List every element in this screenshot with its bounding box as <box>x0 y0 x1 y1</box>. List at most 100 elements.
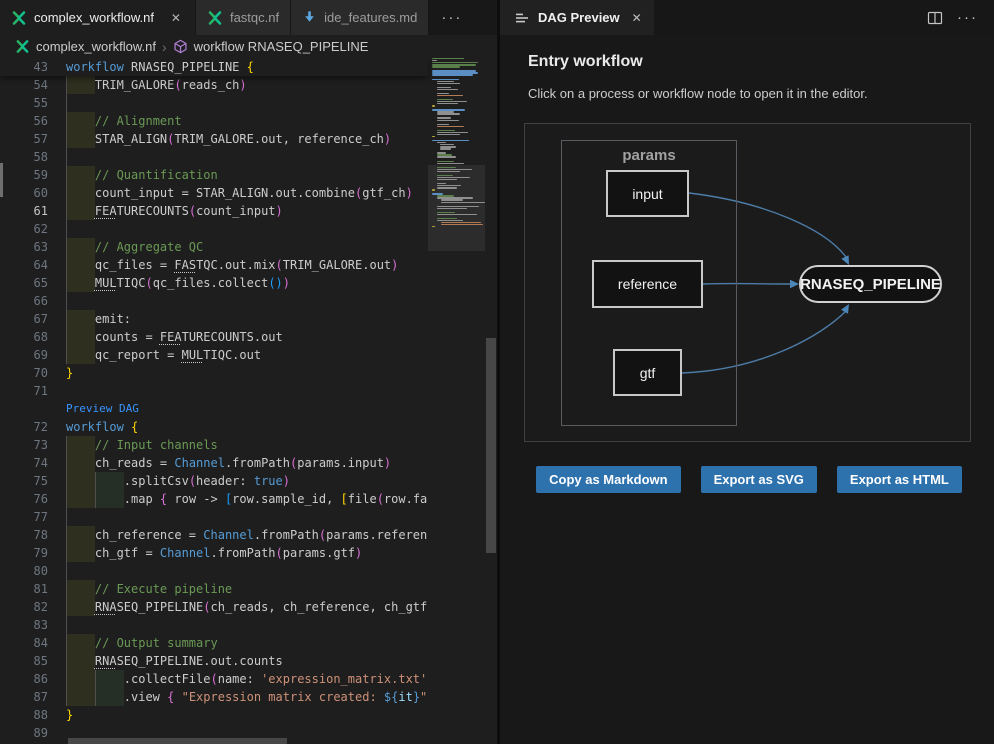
node-gtf[interactable]: gtf <box>613 349 682 396</box>
left-edge-scrollbar[interactable] <box>0 163 3 197</box>
more-tabs-icon[interactable]: ··· <box>429 0 474 35</box>
code-line[interactable]: 68counts = FEATURECOUNTS.out <box>0 328 428 346</box>
code-line[interactable]: 81// Execute pipeline <box>0 580 428 598</box>
export-as-html-button[interactable]: Export as HTML <box>837 466 962 493</box>
code-line[interactable]: 56// Alignment <box>0 112 428 130</box>
copy-as-markdown-button[interactable]: Copy as Markdown <box>536 466 680 493</box>
vertical-scrollbar[interactable] <box>485 58 497 744</box>
code-line[interactable]: 61FEATURECOUNTS(count_input) <box>0 202 428 220</box>
code-line[interactable]: 43workflow RNASEQ_PIPELINE { <box>0 58 428 76</box>
line-content: .collectFile(name: 'expression_matrix.tx… <box>66 670 428 688</box>
node-reference[interactable]: reference <box>592 260 703 308</box>
breadcrumb-file[interactable]: complex_workflow.nf <box>36 39 156 54</box>
minimap-row <box>437 163 464 164</box>
panel-body: Entry workflow Click on a process or wor… <box>500 35 994 744</box>
line-number: 86 <box>0 670 48 688</box>
code-line[interactable]: 69qc_report = MULTIQC.out <box>0 346 428 364</box>
code-line[interactable]: 75.splitCsv(header: true) <box>0 472 428 490</box>
line-number: 60 <box>0 184 48 202</box>
split-editor-icon[interactable] <box>927 10 943 26</box>
code-line[interactable]: 76.map { row -> [row.sample_id, [file(ro… <box>0 490 428 508</box>
tab-complex-workflow[interactable]: complex_workflow.nf ✕ <box>0 0 196 35</box>
minimap-row <box>437 212 455 213</box>
code-line[interactable]: 59// Quantification <box>0 166 428 184</box>
code-line[interactable]: 80 <box>0 562 428 580</box>
code-editor[interactable]: 43workflow RNASEQ_PIPELINE { 54TRIM_GALO… <box>0 58 497 744</box>
code-line[interactable]: 60 count_input = STAR_ALIGN.out.combine(g… <box>0 184 428 202</box>
line-number: 65 <box>0 274 48 292</box>
tab-dag-preview[interactable]: DAG Preview ✕ <box>500 0 654 35</box>
code-line[interactable]: 66 <box>0 292 428 310</box>
code-line[interactable]: 82RNASEQ_PIPELINE(ch_reads, ch_reference… <box>0 598 428 616</box>
code-line[interactable]: 87.view { "Expression matrix created: ${… <box>0 688 428 706</box>
code-line[interactable]: 83 <box>0 616 428 634</box>
line-content: } <box>66 706 73 724</box>
line-number: 69 <box>0 346 48 364</box>
code-line[interactable]: 58 <box>0 148 428 166</box>
node-rnaseq-pipeline[interactable]: RNASEQ_PIPELINE <box>799 265 942 303</box>
line-content: // Output summary <box>66 634 218 652</box>
code-line[interactable]: 71 <box>0 382 428 400</box>
line-content: Preview DAG <box>66 400 139 418</box>
scrollbar-thumb[interactable] <box>486 338 496 553</box>
code-line[interactable]: 57STAR_ALIGN(TRIM_GALORE.out, reference_… <box>0 130 428 148</box>
markdown-download-icon <box>302 10 317 25</box>
line-content: qc_files = FASTQC.out.mix(TRIM_GALORE.ou… <box>66 256 398 274</box>
line-content: // Aggregate QC <box>66 238 203 256</box>
code-lines[interactable]: 54TRIM_GALORE(reads_ch)5556// Alignment5… <box>0 76 428 742</box>
minimap-row <box>437 134 460 135</box>
code-line[interactable]: 88} <box>0 706 428 724</box>
export-as-svg-button[interactable]: Export as SVG <box>701 466 817 493</box>
code-line[interactable]: 85 RNASEQ_PIPELINE.out.counts <box>0 652 428 670</box>
code-line[interactable]: 62 <box>0 220 428 238</box>
minimap-row <box>437 89 458 90</box>
code-line[interactable]: 64qc_files = FASTQC.out.mix(TRIM_GALORE.… <box>0 256 428 274</box>
line-content: workflow RNASEQ_PIPELINE { <box>66 58 254 76</box>
minimap-row <box>437 83 460 84</box>
code-line[interactable]: 70} <box>0 364 428 382</box>
line-number: 75 <box>0 472 48 490</box>
line-number: 71 <box>0 382 48 400</box>
horizontal-scrollbar[interactable] <box>0 737 485 744</box>
code-line[interactable]: 54TRIM_GALORE(reads_ch) <box>0 76 428 94</box>
nextflow-icon <box>15 39 30 54</box>
codelens-line[interactable]: Preview DAG <box>0 400 428 418</box>
minimap-row <box>437 120 459 121</box>
line-content: MULTIQC(qc_files.collect()) <box>66 274 290 292</box>
line-number: 62 <box>0 220 48 238</box>
code-line[interactable]: 77 <box>0 508 428 526</box>
code-line[interactable]: 78ch_reference = Channel.fromPath(params… <box>0 526 428 544</box>
breadcrumb-symbol[interactable]: workflow RNASEQ_PIPELINE <box>194 39 369 54</box>
code-line[interactable]: 67emit: <box>0 310 428 328</box>
panel-heading: Entry workflow <box>528 53 970 71</box>
tab-fastqc[interactable]: fastqc.nf <box>196 0 291 35</box>
minimap-row <box>437 103 458 104</box>
minimap-row <box>437 208 467 209</box>
code-line[interactable]: 55 <box>0 94 428 112</box>
line-number: 88 <box>0 706 48 724</box>
line-content: .map { row -> [row.sample_id, [file(row.… <box>66 490 428 508</box>
close-icon[interactable]: ✕ <box>168 11 184 25</box>
code-line[interactable]: 84// Output summary <box>0 634 428 652</box>
line-number: 55 <box>0 94 48 112</box>
more-actions-icon[interactable]: ··· <box>957 9 978 26</box>
code-line[interactable]: 65 MULTIQC(qc_files.collect()) <box>0 274 428 292</box>
scrollbar-thumb[interactable] <box>68 738 287 744</box>
tab-ide-features[interactable]: ide_features.md <box>291 0 429 35</box>
node-input[interactable]: input <box>606 170 689 217</box>
code-line[interactable]: 72workflow { <box>0 418 428 436</box>
close-icon[interactable]: ✕ <box>632 11 642 25</box>
code-line[interactable]: 74ch_reads = Channel.fromPath(params.inp… <box>0 454 428 472</box>
line-content: count_input = STAR_ALIGN.out.combine(gtf… <box>66 184 413 202</box>
code-line[interactable]: 79ch_gtf = Channel.fromPath(params.gtf) <box>0 544 428 562</box>
line-number: 82 <box>0 598 48 616</box>
line-content: RNASEQ_PIPELINE.out.counts <box>66 652 283 670</box>
code-line[interactable]: 63// Aggregate QC <box>0 238 428 256</box>
minimap-row <box>437 171 460 172</box>
minimap[interactable] <box>428 58 485 744</box>
code-line[interactable]: 73// Input channels <box>0 436 428 454</box>
line-number: 85 <box>0 652 48 670</box>
panel-actions: ··· <box>927 0 994 35</box>
sticky-scroll-line[interactable]: 43workflow RNASEQ_PIPELINE { <box>0 58 428 76</box>
code-line[interactable]: 86 .collectFile(name: 'expression_matrix.… <box>0 670 428 688</box>
